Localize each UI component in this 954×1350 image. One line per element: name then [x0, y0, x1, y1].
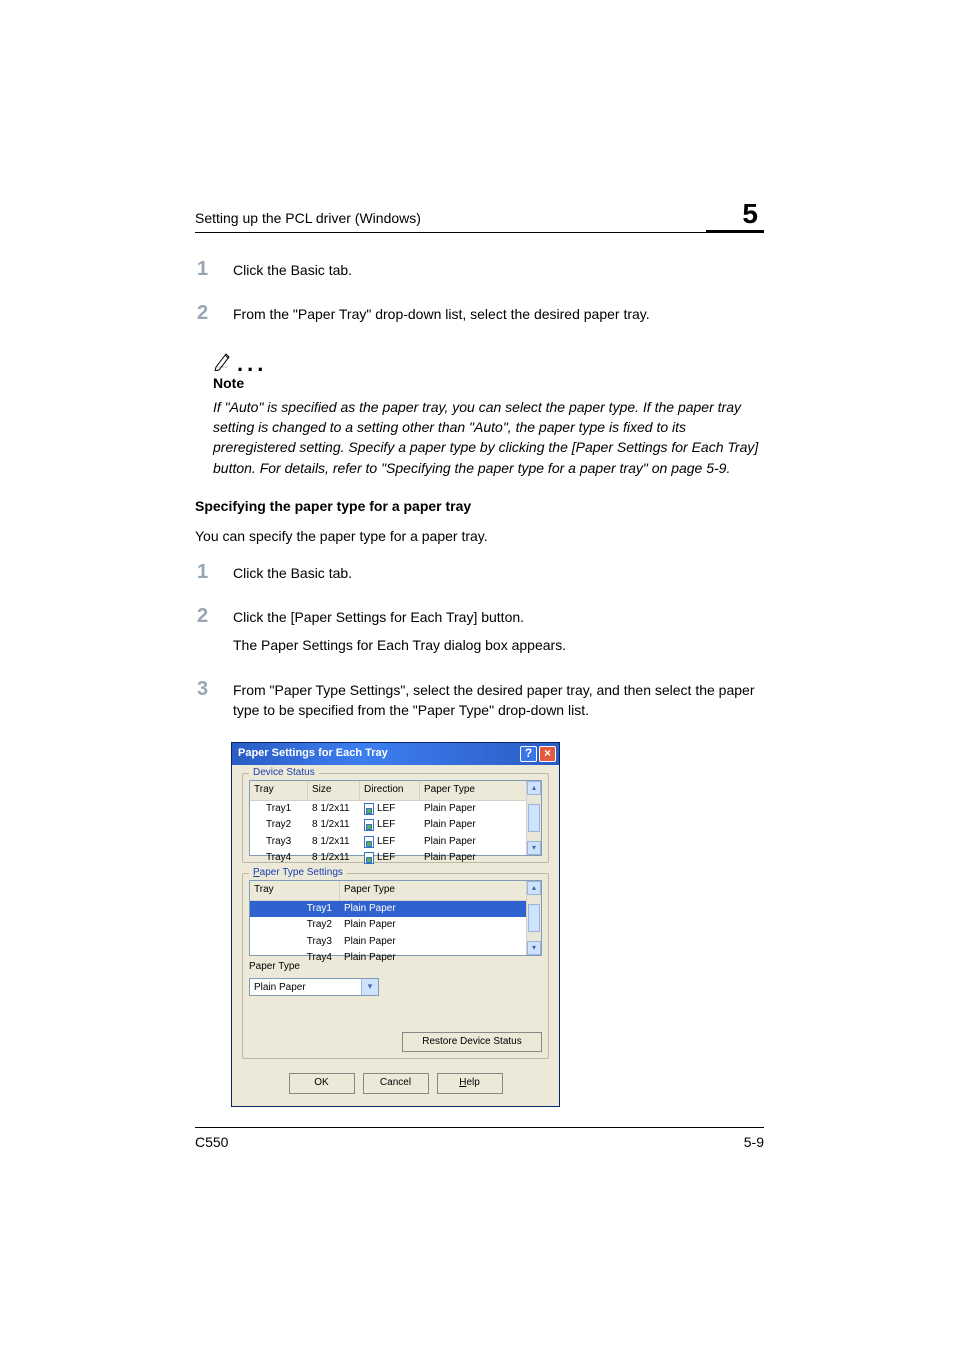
- header-rule: [195, 232, 764, 233]
- step-number: 1: [195, 561, 233, 591]
- step-1-top: 1 Click the Basic tab.: [195, 258, 764, 288]
- paper-type-list[interactable]: Tray Paper Type Tray1 Plain Paper Tray2 …: [249, 880, 542, 956]
- list-row[interactable]: Tray4 Plain Paper: [250, 950, 541, 967]
- titlebar-close-button[interactable]: ×: [539, 746, 556, 762]
- step-number: 3: [195, 678, 233, 729]
- main-content: 1 Click the Basic tab. 2 From the "Paper…: [195, 210, 764, 1107]
- orientation-icon: [364, 803, 374, 815]
- orientation-icon: [364, 819, 374, 831]
- step-text: From "Paper Type Settings", select the d…: [233, 680, 764, 721]
- dropdown-value: Plain Paper: [250, 979, 361, 995]
- step-2-bottom: 2 Click the [Paper Settings for Each Tra…: [195, 605, 764, 664]
- titlebar-help-button[interactable]: ?: [520, 746, 537, 762]
- scroll-up-icon[interactable]: ▴: [527, 781, 541, 795]
- dialog-button-row: OK Cancel HelpHelp: [242, 1069, 549, 1096]
- step-2-top: 2 From the "Paper Tray" drop-down list, …: [195, 302, 764, 332]
- device-status-group: Device Status Tray Size Direction Paper …: [242, 773, 549, 863]
- col-tray: Tray: [250, 781, 308, 800]
- list-row[interactable]: Tray4 8 1/2x11 LEF Plain Paper: [250, 850, 541, 867]
- step-body: From the "Paper Tray" drop-down list, se…: [233, 302, 764, 332]
- list-header: Tray Size Direction Paper Type: [250, 781, 541, 801]
- step-number: 2: [195, 605, 233, 664]
- note-title: Note: [213, 373, 764, 393]
- note-dots-icon: ...: [237, 357, 267, 371]
- step-number: 2: [195, 302, 233, 332]
- group-label: Device Status: [249, 766, 319, 781]
- dialog-titlebar: Paper Settings for Each Tray ? ×: [232, 743, 559, 765]
- list-header: Tray Paper Type: [250, 881, 541, 901]
- pencil-icon: [213, 349, 231, 371]
- step-3-bottom: 3 From "Paper Type Settings", select the…: [195, 678, 764, 729]
- step-text: Click the [Paper Settings for Each Tray]…: [233, 607, 764, 627]
- scrollbar[interactable]: ▴ ▾: [526, 781, 541, 855]
- step-1-bottom: 1 Click the Basic tab.: [195, 561, 764, 591]
- group-label: PPaper Type Settingsaper Type Settings: [249, 866, 347, 881]
- step-text: From the "Paper Tray" drop-down list, se…: [233, 304, 764, 324]
- document-page: Setting up the PCL driver (Windows) 5 1 …: [0, 0, 954, 1350]
- device-status-list[interactable]: Tray Size Direction Paper Type Tray1 8 1…: [249, 780, 542, 856]
- orientation-icon: [364, 852, 374, 864]
- scroll-down-icon[interactable]: ▾: [527, 841, 541, 855]
- list-row-selected[interactable]: Tray1 Plain Paper: [250, 901, 541, 918]
- list-row[interactable]: Tray1 8 1/2x11 LEF Plain Paper: [250, 801, 541, 818]
- scrollbar[interactable]: ▴ ▾: [526, 881, 541, 955]
- list-row[interactable]: Tray2 8 1/2x11 LEF Plain Paper: [250, 817, 541, 834]
- scroll-up-icon[interactable]: ▴: [527, 881, 541, 895]
- step-text: Click the Basic tab.: [233, 260, 764, 280]
- chevron-down-icon[interactable]: ▾: [361, 979, 378, 995]
- dialog-body: Device Status Tray Size Direction Paper …: [232, 765, 559, 1106]
- chapter-number: 5: [706, 200, 764, 233]
- help-button[interactable]: HelpHelp: [437, 1073, 503, 1094]
- note-body: If "Auto" is specified as the paper tray…: [213, 397, 764, 478]
- restore-device-status-button[interactable]: Restore Device Status: [402, 1032, 542, 1053]
- scroll-down-icon[interactable]: ▾: [527, 941, 541, 955]
- step-body: Click the Basic tab.: [233, 258, 764, 288]
- step-body: Click the [Paper Settings for Each Tray]…: [233, 605, 764, 664]
- paper-type-settings-group: PPaper Type Settingsaper Type Settings T…: [242, 873, 549, 1059]
- dialog-screenshot: Paper Settings for Each Tray ? × Device …: [231, 742, 764, 1107]
- section-intro: You can specify the paper type for a pap…: [195, 526, 764, 546]
- list-row[interactable]: Tray3 8 1/2x11 LEF Plain Paper: [250, 834, 541, 851]
- orientation-icon: [364, 836, 374, 848]
- step-number: 1: [195, 258, 233, 288]
- col-direction: Direction: [360, 781, 420, 800]
- list-row[interactable]: Tray3 Plain Paper: [250, 934, 541, 951]
- footer-model: C550: [195, 1134, 228, 1150]
- col-papertype: Paper Type: [340, 881, 541, 900]
- running-header-title: Setting up the PCL driver (Windows): [195, 210, 421, 226]
- col-tray: Tray: [250, 881, 340, 900]
- paper-type-dropdown[interactable]: Plain Paper ▾: [249, 978, 379, 996]
- footer-page-number: 5-9: [744, 1134, 764, 1150]
- ok-button[interactable]: OK: [289, 1073, 355, 1094]
- cancel-button[interactable]: Cancel: [363, 1073, 429, 1094]
- step-text-followup: The Paper Settings for Each Tray dialog …: [233, 635, 764, 655]
- step-text: Click the Basic tab.: [233, 563, 764, 583]
- scroll-thumb[interactable]: [528, 804, 540, 832]
- paper-settings-dialog: Paper Settings for Each Tray ? × Device …: [231, 742, 560, 1107]
- list-row[interactable]: Tray2 Plain Paper: [250, 917, 541, 934]
- dialog-title: Paper Settings for Each Tray: [238, 746, 518, 762]
- section-heading: Specifying the paper type for a paper tr…: [195, 496, 764, 516]
- note-head: ...: [213, 349, 764, 371]
- col-papertype: Paper Type: [420, 781, 541, 800]
- col-size: Size: [308, 781, 360, 800]
- note-block: ... Note If "Auto" is specified as the p…: [213, 349, 764, 478]
- footer-rule: [195, 1127, 764, 1128]
- step-body: From "Paper Type Settings", select the d…: [233, 678, 764, 729]
- scroll-thumb[interactable]: [528, 904, 540, 932]
- step-body: Click the Basic tab.: [233, 561, 764, 591]
